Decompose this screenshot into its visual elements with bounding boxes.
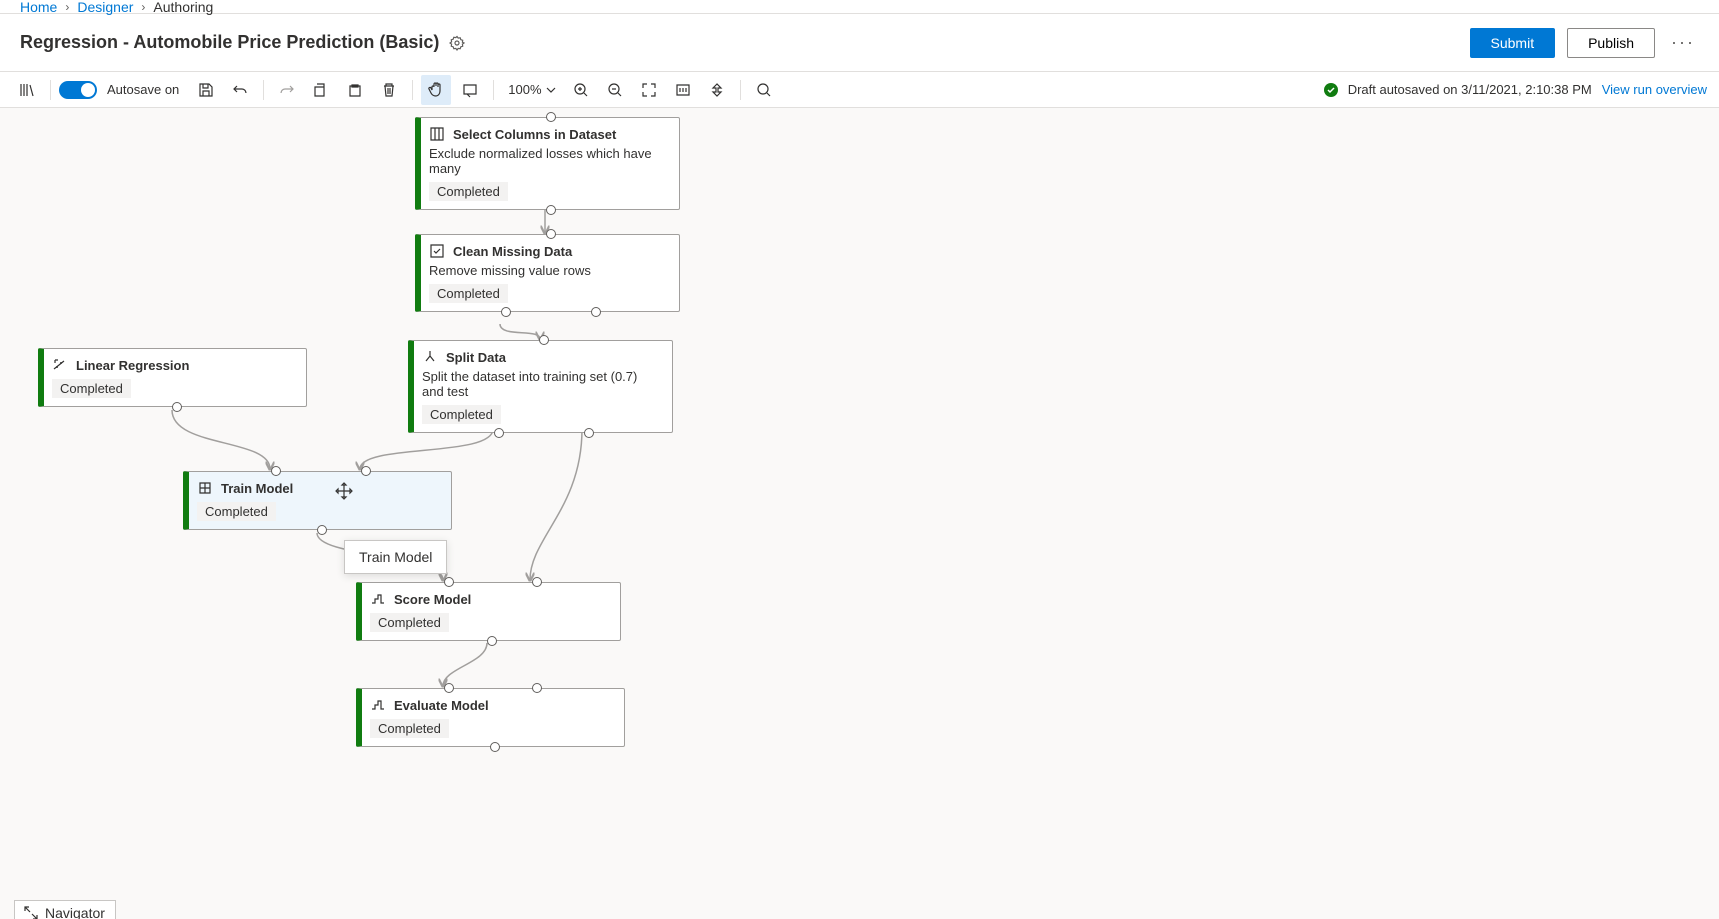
columns-icon xyxy=(429,126,445,142)
save-icon[interactable] xyxy=(191,75,221,105)
node-split-data[interactable]: Split Data Split the dataset into traini… xyxy=(408,340,673,433)
output-port[interactable] xyxy=(584,428,594,438)
separator xyxy=(263,80,264,100)
output-port[interactable] xyxy=(317,525,327,535)
evaluate-icon xyxy=(370,697,386,713)
move-cursor-icon xyxy=(335,482,353,500)
node-description: Split the dataset into training set (0.7… xyxy=(422,369,662,399)
output-port[interactable] xyxy=(490,742,500,752)
input-port[interactable] xyxy=(546,229,556,239)
delete-icon[interactable] xyxy=(374,75,404,105)
separator xyxy=(50,80,51,100)
page-title: Regression - Automobile Price Prediction… xyxy=(20,32,439,53)
view-run-overview-link[interactable]: View run overview xyxy=(1602,82,1707,97)
separator xyxy=(740,80,741,100)
node-clean-missing[interactable]: Clean Missing Data Remove missing value … xyxy=(415,234,680,312)
autosave-toggle[interactable] xyxy=(59,81,97,99)
node-title: Score Model xyxy=(394,592,471,607)
node-title: Clean Missing Data xyxy=(453,244,572,259)
node-title: Linear Regression xyxy=(76,358,189,373)
regression-icon xyxy=(52,357,68,373)
node-status: Completed xyxy=(429,284,508,303)
breadcrumb-home[interactable]: Home xyxy=(20,0,57,15)
tooltip-train-model: Train Model xyxy=(344,540,447,574)
fit-screen-icon[interactable] xyxy=(634,75,664,105)
node-description: Exclude normalized losses which have man… xyxy=(429,146,669,176)
output-port[interactable] xyxy=(591,307,601,317)
train-icon xyxy=(197,480,213,496)
split-icon xyxy=(422,349,438,365)
score-icon xyxy=(370,591,386,607)
node-evaluate-model[interactable]: Evaluate Model Completed xyxy=(356,688,625,747)
chevron-right-icon: › xyxy=(65,0,69,14)
node-title: Evaluate Model xyxy=(394,698,489,713)
zoom-level[interactable]: 100% xyxy=(502,82,561,97)
input-port[interactable] xyxy=(539,335,549,345)
search-icon[interactable] xyxy=(749,75,779,105)
toolbar: Autosave on 100% xyxy=(0,72,1719,108)
actual-size-icon[interactable] xyxy=(668,75,698,105)
input-port[interactable] xyxy=(361,466,371,476)
undo-icon[interactable] xyxy=(225,75,255,105)
redo-icon xyxy=(272,75,302,105)
zoom-value: 100% xyxy=(508,82,541,97)
gear-icon[interactable] xyxy=(449,35,465,51)
navigator-label: Navigator xyxy=(45,905,105,919)
node-linear-regression[interactable]: Linear Regression Completed xyxy=(38,348,307,407)
chevron-right-icon: › xyxy=(141,0,145,14)
publish-button[interactable]: Publish xyxy=(1567,28,1655,58)
output-port[interactable] xyxy=(494,428,504,438)
node-status: Completed xyxy=(422,405,501,424)
clean-icon xyxy=(429,243,445,259)
autosave-status-text: Draft autosaved on 3/11/2021, 2:10:38 PM xyxy=(1348,82,1592,97)
output-port[interactable] xyxy=(487,636,497,646)
separator xyxy=(412,80,413,100)
select-icon[interactable] xyxy=(455,75,485,105)
input-port[interactable] xyxy=(532,577,542,587)
auto-layout-icon[interactable] xyxy=(702,75,732,105)
zoom-out-icon[interactable] xyxy=(600,75,630,105)
node-status: Completed xyxy=(52,379,131,398)
node-status: Completed xyxy=(370,613,449,632)
expand-icon xyxy=(23,905,39,919)
copy-icon[interactable] xyxy=(306,75,336,105)
autosave-label: Autosave on xyxy=(107,82,179,97)
node-status: Completed xyxy=(197,502,276,521)
tooltip-text: Train Model xyxy=(359,549,432,565)
success-check-icon xyxy=(1324,83,1338,97)
node-title: Select Columns in Dataset xyxy=(453,127,616,142)
node-score-model[interactable]: Score Model Completed xyxy=(356,582,621,641)
paste-icon[interactable] xyxy=(340,75,370,105)
node-description: Remove missing value rows xyxy=(429,263,669,278)
output-port[interactable] xyxy=(172,402,182,412)
library-icon[interactable] xyxy=(12,75,42,105)
navigator-button[interactable]: Navigator xyxy=(14,900,116,919)
input-port[interactable] xyxy=(444,683,454,693)
pipeline-canvas[interactable]: Select Columns in Dataset Exclude normal… xyxy=(0,108,1719,919)
node-status: Completed xyxy=(370,719,449,738)
zoom-in-icon[interactable] xyxy=(566,75,596,105)
input-port[interactable] xyxy=(532,683,542,693)
node-select-columns[interactable]: Select Columns in Dataset Exclude normal… xyxy=(415,117,680,210)
breadcrumb: Home › Designer › Authoring xyxy=(0,0,1719,14)
separator xyxy=(493,80,494,100)
input-port[interactable] xyxy=(546,112,556,122)
submit-button[interactable]: Submit xyxy=(1470,28,1556,58)
input-port[interactable] xyxy=(271,466,281,476)
pan-icon[interactable] xyxy=(421,75,451,105)
more-options-button[interactable]: ··· xyxy=(1667,26,1699,59)
node-title: Train Model xyxy=(221,481,293,496)
input-port[interactable] xyxy=(444,577,454,587)
chevron-down-icon xyxy=(546,87,556,93)
output-port[interactable] xyxy=(501,307,511,317)
titlebar: Regression - Automobile Price Prediction… xyxy=(0,14,1719,72)
node-train-model[interactable]: Train Model Completed xyxy=(183,471,452,530)
node-status: Completed xyxy=(429,182,508,201)
breadcrumb-authoring: Authoring xyxy=(153,0,213,15)
output-port[interactable] xyxy=(546,205,556,215)
breadcrumb-designer[interactable]: Designer xyxy=(77,0,133,15)
node-title: Split Data xyxy=(446,350,506,365)
